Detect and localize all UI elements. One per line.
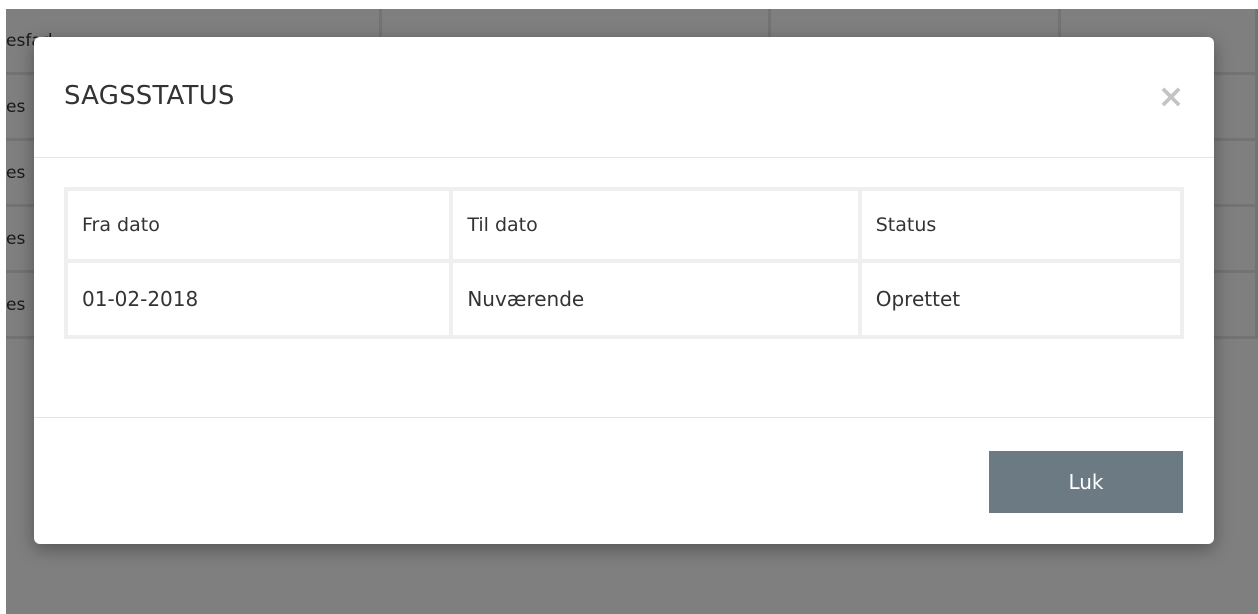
modal-footer: Luk xyxy=(34,417,1214,545)
close-button[interactable]: Luk xyxy=(989,451,1183,513)
background-top-strip xyxy=(0,0,1258,9)
column-header-status: Status xyxy=(857,187,1185,263)
close-icon[interactable]: × xyxy=(1156,80,1186,112)
table-header-row: Fra dato Til dato Status xyxy=(63,187,1185,263)
modal-title: SAGSSTATUS xyxy=(64,81,235,111)
table-row: 01-02-2018 Nuværende Oprettet xyxy=(63,259,1185,339)
modal-header: SAGSSTATUS × xyxy=(34,37,1214,158)
cell-to-date: Nuværende xyxy=(449,259,862,339)
status-table: Fra dato Til dato Status 01-02-2018 Nuvæ… xyxy=(63,187,1185,339)
column-header-from-date: Fra dato xyxy=(63,187,454,263)
column-header-to-date: Til dato xyxy=(449,187,862,263)
cell-from-date: 01-02-2018 xyxy=(63,259,454,339)
modal-body: Fra dato Til dato Status 01-02-2018 Nuvæ… xyxy=(63,187,1185,339)
cell-status: Oprettet xyxy=(857,259,1185,339)
case-status-modal: SAGSSTATUS × Fra dato Til dato Status 01… xyxy=(34,37,1214,544)
